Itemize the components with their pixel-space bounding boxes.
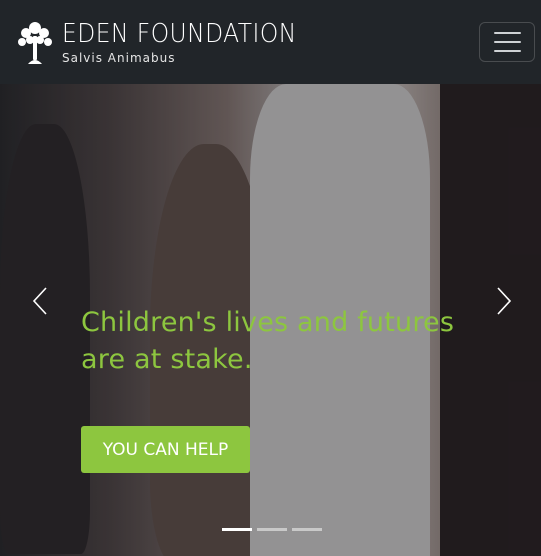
brand-name: EDEN FOUNDATION <box>62 18 297 49</box>
hero-carousel: Children's lives and futures are at stak… <box>0 84 541 556</box>
you-can-help-button[interactable]: YOU CAN HELP <box>81 426 250 473</box>
navbar: EDEN FOUNDATION Salvis Animabus <box>0 0 541 84</box>
carousel-next-button[interactable] <box>489 284 519 318</box>
brand-tagline: Salvis Animabus <box>62 50 176 65</box>
carousel-caption: Children's lives and futures are at stak… <box>81 304 481 378</box>
carousel-prev-button[interactable] <box>25 284 55 318</box>
brand-logo-link[interactable]: EDEN FOUNDATION Salvis Animabus <box>16 12 323 72</box>
carousel-indicator-2[interactable] <box>257 528 287 531</box>
carousel-indicator-1[interactable] <box>222 528 252 531</box>
carousel-indicators <box>222 528 322 531</box>
chevron-right-icon <box>497 287 512 315</box>
tree-logo-icon <box>18 22 52 64</box>
hero-headline: Children's lives and futures are at stak… <box>81 307 455 375</box>
carousel-indicator-3[interactable] <box>292 528 322 531</box>
hamburger-menu-icon-bar <box>493 32 521 34</box>
navbar-toggle-button[interactable] <box>479 22 535 62</box>
hamburger-menu-icon-bar <box>493 50 521 52</box>
hamburger-menu-icon-bar <box>493 41 521 43</box>
chevron-left-icon <box>32 287 47 315</box>
